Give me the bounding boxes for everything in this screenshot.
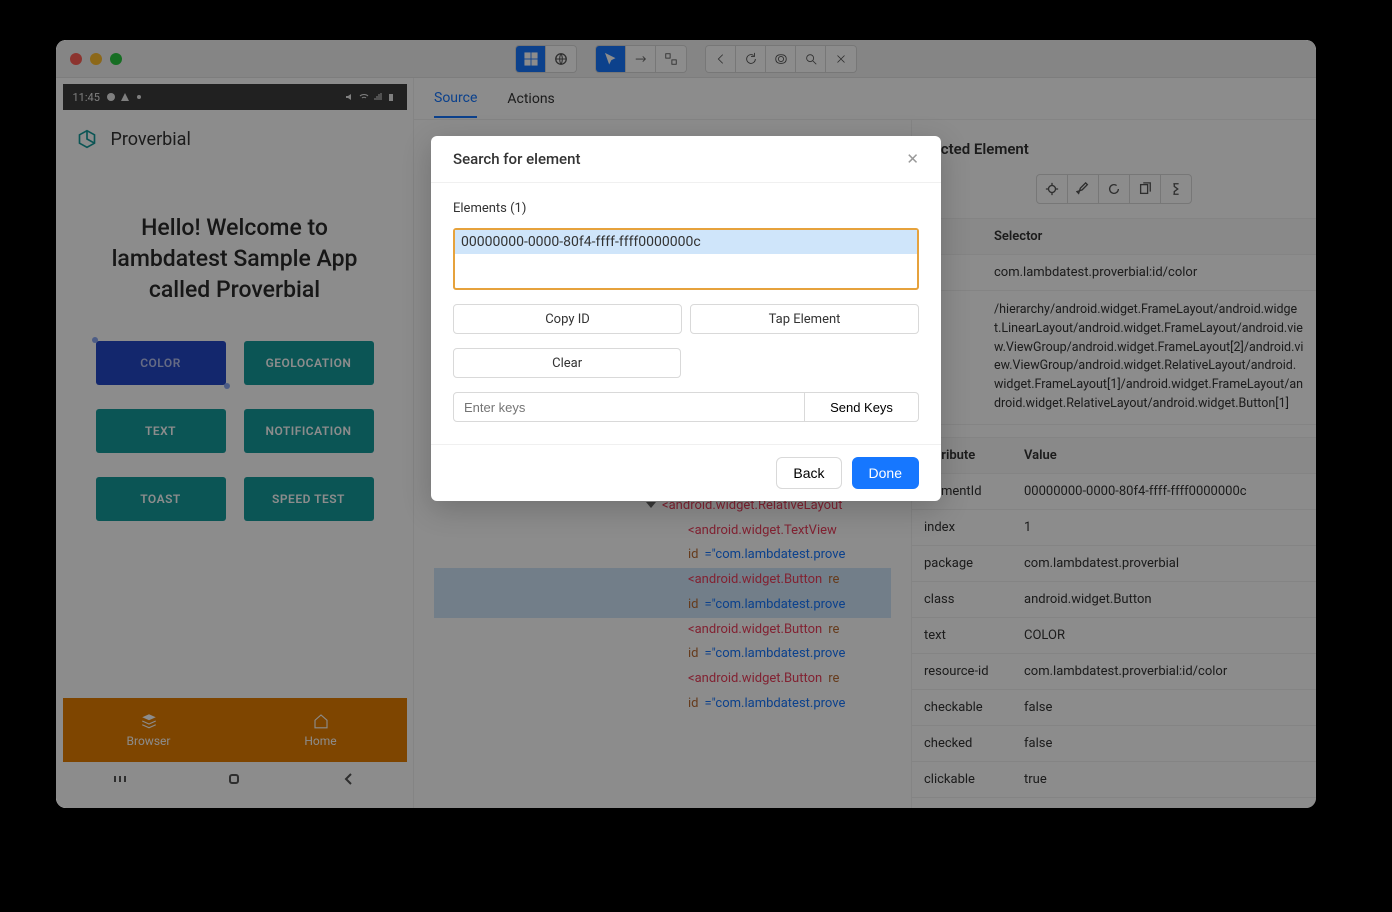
back-button[interactable]: Back <box>776 457 841 489</box>
tap-element-button[interactable]: Tap Element <box>690 304 919 334</box>
results-list[interactable]: 00000000-0000-80f4-ffff-ffff0000000c <box>453 228 919 290</box>
close-icon[interactable]: ✕ <box>906 150 919 168</box>
keys-input[interactable] <box>453 392 805 422</box>
result-item[interactable]: 00000000-0000-80f4-ffff-ffff0000000c <box>455 230 917 254</box>
clear-button[interactable]: Clear <box>453 348 681 378</box>
search-element-modal: Search for element ✕ Elements (1) 000000… <box>431 136 941 501</box>
send-keys-button[interactable]: Send Keys <box>805 392 919 422</box>
modal-title: Search for element <box>453 150 580 168</box>
done-button[interactable]: Done <box>852 457 919 489</box>
copy-id-button[interactable]: Copy ID <box>453 304 682 334</box>
elements-count: Elements (1) <box>453 201 919 216</box>
modal-overlay[interactable]: Search for element ✕ Elements (1) 000000… <box>56 40 1316 808</box>
appium-inspector-window: 11:45 <box>56 40 1316 808</box>
